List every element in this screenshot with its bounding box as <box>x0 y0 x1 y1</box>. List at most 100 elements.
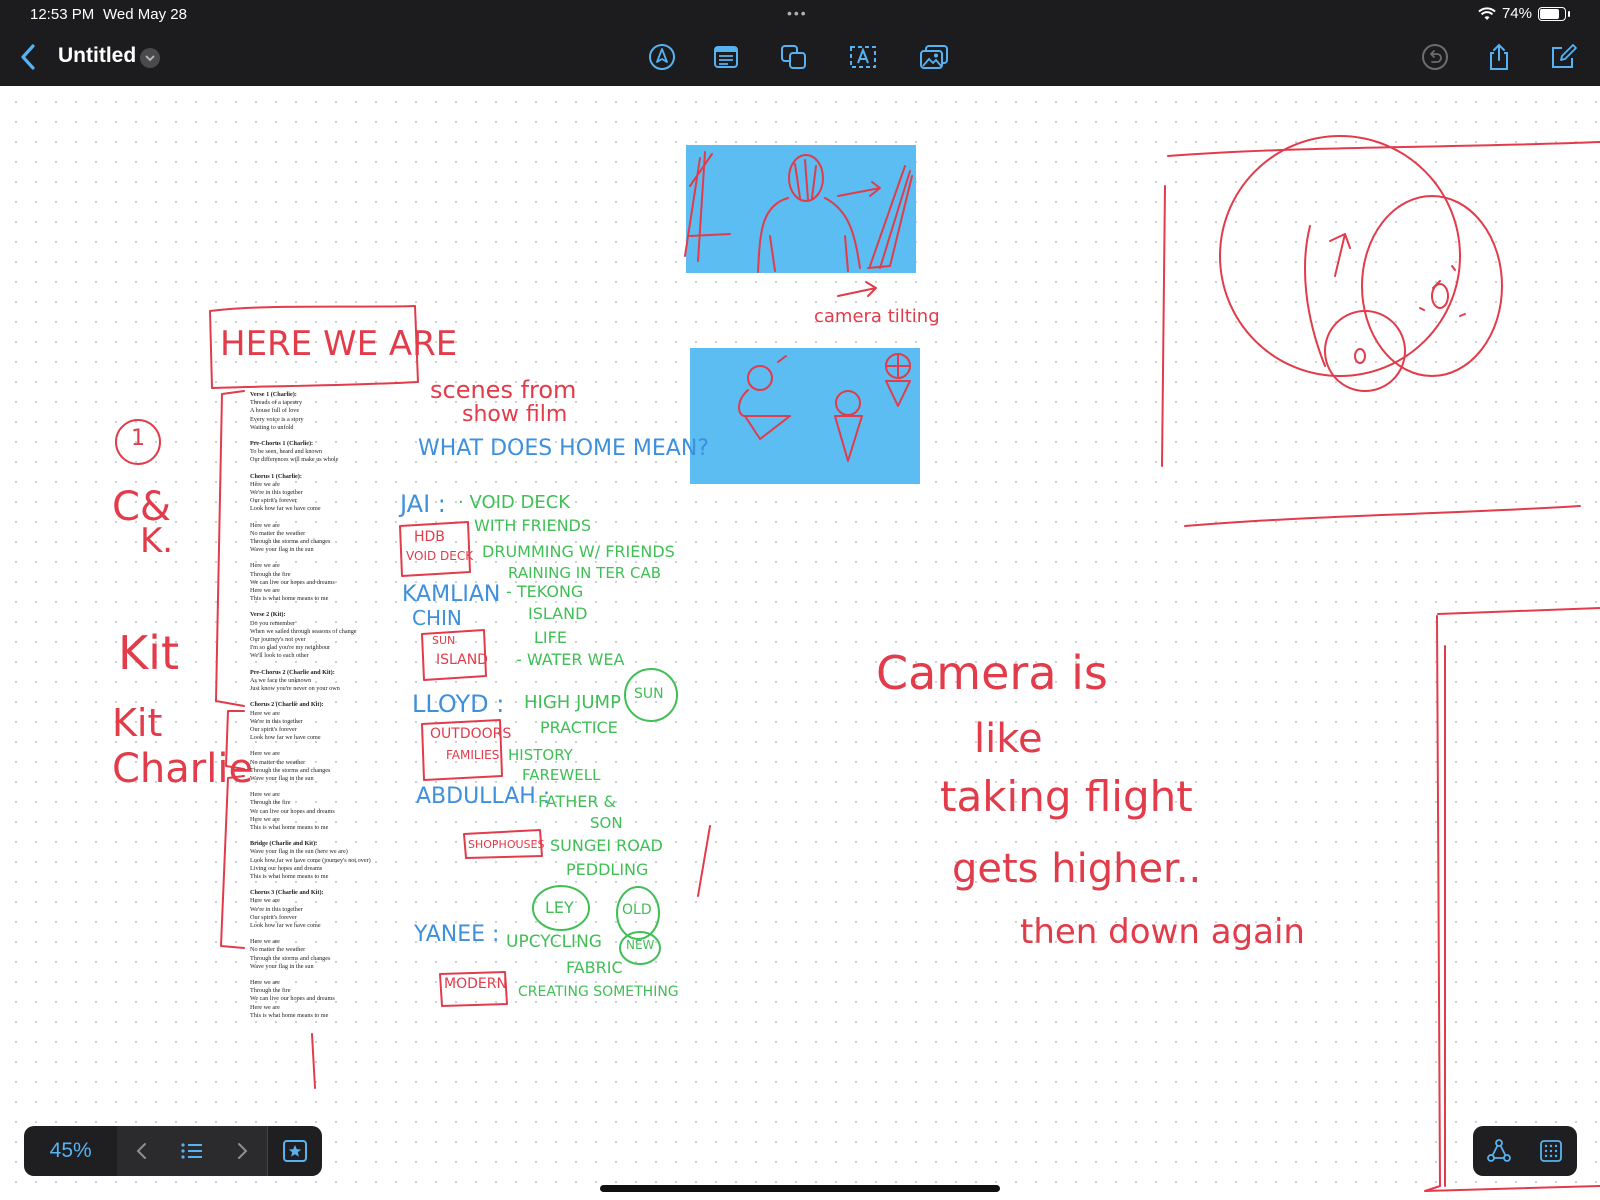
lyrics-section: Chorus 2 (Charlie and Kit): Here we are We… <box>250 701 395 742</box>
heading-here-we-are: HERE WE ARE <box>220 324 458 364</box>
grid-button[interactable] <box>1525 1126 1577 1176</box>
canvas-options-toolbar <box>1473 1126 1577 1176</box>
note-kamlian-2: CHIN <box>412 606 462 630</box>
lyrics-line: Just know you're never on your own <box>250 685 340 693</box>
lyrics-line: We're in this together <box>250 717 303 725</box>
note-jai-4: RAINING IN TER CAB <box>508 564 662 582</box>
lyrics-document[interactable]: Verse 1 (Charlie): Threads of a tapestry A… <box>250 391 395 1028</box>
lyrics-line: Through the fire <box>250 987 291 995</box>
note-lloyd: LLOYD : <box>412 690 505 718</box>
battery-tip <box>1568 10 1570 17</box>
lyrics-section: Here we are Through the fire We can live o… <box>250 979 395 1020</box>
freeform-canvas[interactable]: HERE WE ARE 1 C& K. Kit Kit Charlie Vers… <box>0 86 1600 1200</box>
lyrics-line: Here we are <box>250 750 280 758</box>
note-abd-1: FATHER & <box>538 792 617 811</box>
page-list-button[interactable] <box>167 1126 217 1176</box>
lyrics-section: Here we are No matter the weather Through … <box>250 750 395 783</box>
shape-connect-icon <box>1487 1139 1511 1162</box>
undo-button[interactable] <box>1418 40 1452 74</box>
lyrics-line: This is what home means to me <box>250 823 329 831</box>
lyrics-line: Look how far we have come <box>250 505 321 513</box>
favorites-button[interactable] <box>267 1126 322 1176</box>
note-scenes-1: scenes from <box>430 376 577 404</box>
lyrics-line: Wave your flag in the sun <box>250 774 314 782</box>
lyrics-line: No matter the weather <box>250 946 306 954</box>
lyrics-line: Look how far we have come (journey's not… <box>250 856 371 864</box>
lyrics-line: Through the storms and changes <box>250 954 331 962</box>
document-title[interactable]: Untitled <box>58 44 136 68</box>
zoom-level-button[interactable]: 45% <box>24 1139 117 1163</box>
lyrics-line: Here we are <box>250 978 280 986</box>
compose-button[interactable] <box>1546 40 1580 74</box>
note-sun-2: ISLAND <box>436 652 488 668</box>
lyrics-line: Our journey's not over <box>250 636 306 644</box>
note-kam-2: ISLAND <box>528 604 588 623</box>
lyrics-section: Bridge (Charlie and Kit): Wave your flag … <box>250 840 395 881</box>
note-yanee-3: CREATING SOMETHING <box>518 984 679 1000</box>
pen-tool-icon <box>649 44 675 70</box>
lyrics-section-title: Verse 2 (Kit): <box>250 611 286 619</box>
note-charlie: Charlie <box>112 746 254 792</box>
shape-connect-button[interactable] <box>1473 1126 1525 1176</box>
lyrics-line: Wave your flag in the sun (here we are) <box>250 848 348 856</box>
pen-tool-button[interactable] <box>645 40 679 74</box>
note-abdullah: ABDULLAH : <box>416 784 551 809</box>
lyrics-line: When we sailed through seasons of change <box>250 627 357 635</box>
compose-icon <box>1552 44 1577 68</box>
back-button[interactable] <box>14 40 44 74</box>
note-sun-circle: SUN <box>634 686 664 702</box>
note-jai: JAI : <box>400 490 446 518</box>
multitasking-dots-icon[interactable]: ••• <box>787 5 808 21</box>
lyrics-line: Look how far we have come <box>250 734 321 742</box>
zoom-toolbar: 45% <box>24 1126 322 1176</box>
page-navigation <box>117 1126 268 1176</box>
note-ley: LEY <box>545 898 574 917</box>
next-page-icon <box>238 1143 248 1159</box>
note-outdoor-2: FAMILIES <box>446 748 500 762</box>
shapes-button[interactable] <box>777 40 811 74</box>
prev-page-button[interactable] <box>117 1126 167 1176</box>
note-lloyd-1: HIGH JUMP <box>524 692 621 713</box>
share-button[interactable] <box>1482 40 1516 74</box>
lyrics-line: Here we are <box>250 521 280 529</box>
note-k: K. <box>140 521 174 561</box>
note-scenes-2: show film <box>462 402 568 427</box>
lyrics-line: Through the storms and changes <box>250 766 331 774</box>
note-what-home: WHAT DOES HOME MEAN? <box>418 436 709 461</box>
lyrics-line: Look how far we have come <box>250 921 321 929</box>
home-indicator[interactable] <box>600 1185 1000 1192</box>
text-tool-button[interactable] <box>846 40 880 74</box>
lyrics-line: A house full of love <box>250 407 300 415</box>
lyrics-line: Living our hopes and dreams <box>250 864 323 872</box>
note-camera-tilting: camera tilting <box>814 306 940 327</box>
status-right: 74% <box>1478 5 1570 22</box>
lyrics-section: Pre-Chorus 2 (Charlie and Kit): As we fac… <box>250 669 395 694</box>
lyrics-line: Wave your flag in the sun <box>250 962 314 970</box>
next-page-button[interactable] <box>217 1126 267 1176</box>
lyrics-section: Here we are Through the fire We can live o… <box>250 791 395 832</box>
text-box-button[interactable] <box>709 40 743 74</box>
note-hdb-1: HDB <box>414 529 445 545</box>
title-menu-button[interactable] <box>140 48 160 68</box>
battery-percent: 74% <box>1501 5 1532 22</box>
note-jai-1: · VOID DECK <box>458 492 571 513</box>
note-kit: Kit <box>118 626 179 680</box>
lyrics-line: Here we are <box>250 587 280 595</box>
image-button[interactable] <box>917 40 951 74</box>
note-camera-3: taking flight <box>940 772 1193 821</box>
status-time: 12:53 PM <box>30 6 95 23</box>
note-camera-1: Camera is <box>876 646 1108 700</box>
lyrics-line: To be seen, heard and known <box>250 448 323 456</box>
lyrics-line: As we face the unknown <box>250 676 312 684</box>
note-modern: MODERN <box>444 976 507 992</box>
lyrics-line: Our differences will make us whole <box>250 456 339 464</box>
note-yanee: YANEE : <box>414 922 500 947</box>
lyrics-line: Through the fire <box>250 570 291 578</box>
ink-layer <box>115 135 1600 1192</box>
note-old: OLD <box>622 902 652 918</box>
note-circle-number: 1 <box>131 426 145 451</box>
lyrics-line: Here we are <box>250 897 280 905</box>
text-icon <box>850 46 876 68</box>
lyrics-section-title: Pre-Chorus 2 (Charlie and Kit): <box>250 668 335 676</box>
lyrics-line: This is what home means to me <box>250 1011 329 1019</box>
